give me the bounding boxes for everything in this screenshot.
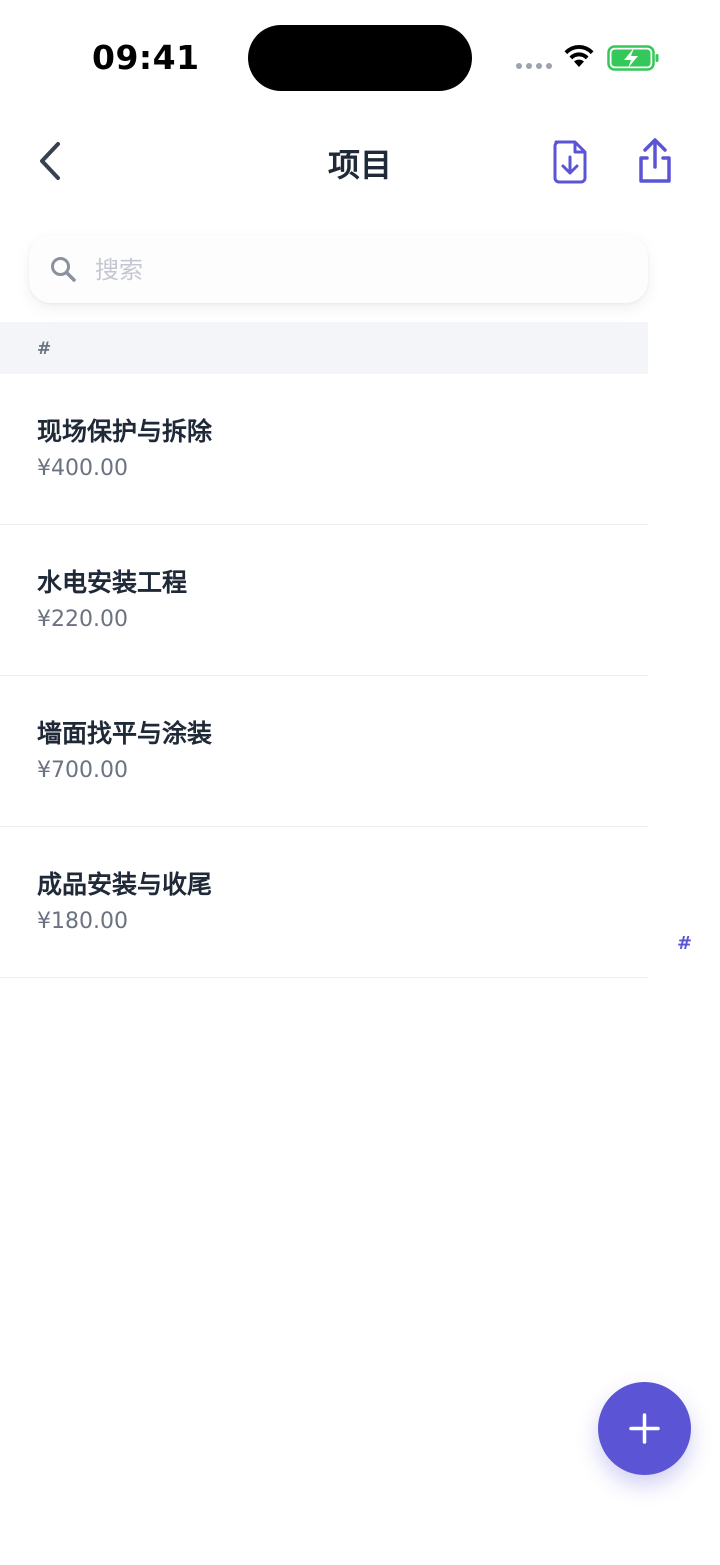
search-icon — [51, 257, 76, 282]
index-letter-hash[interactable]: # — [677, 933, 692, 954]
search-input[interactable] — [93, 245, 627, 295]
file-download-icon — [553, 140, 587, 184]
search-bar[interactable] — [29, 235, 648, 303]
cellular-signal-icon — [516, 63, 552, 69]
item-name: 水电安装工程 — [37, 568, 188, 597]
wifi-icon — [564, 44, 594, 67]
status-bar: 09:41 — [0, 0, 720, 116]
page-title: 项目 — [327, 146, 392, 184]
item-price: ¥220.00 — [37, 607, 128, 632]
status-time: 09:41 — [92, 38, 200, 77]
item-list: 现场保护与拆除 ¥400.00 水电安装工程 ¥220.00 墙面找平与涂装 ¥… — [0, 374, 648, 978]
item-price: ¥700.00 — [37, 758, 128, 783]
import-button[interactable] — [549, 138, 591, 186]
item-price: ¥400.00 — [37, 456, 128, 481]
item-price: ¥180.00 — [37, 909, 128, 934]
navigation-bar: 项目 — [0, 116, 720, 216]
list-item[interactable]: 成品安装与收尾 ¥180.00 — [0, 827, 648, 978]
battery-charging-icon — [607, 45, 659, 71]
item-name: 现场保护与拆除 — [37, 417, 213, 446]
list-item[interactable]: 墙面找平与涂装 ¥700.00 — [0, 676, 648, 827]
share-button[interactable] — [634, 136, 676, 186]
section-header: # — [0, 322, 648, 374]
share-icon — [639, 138, 671, 183]
dynamic-island — [248, 25, 472, 91]
item-name: 墙面找平与涂装 — [37, 719, 213, 748]
list-item[interactable]: 水电安装工程 ¥220.00 — [0, 525, 648, 676]
list-item[interactable]: 现场保护与拆除 ¥400.00 — [0, 374, 648, 525]
add-item-button[interactable] — [598, 1382, 691, 1475]
item-name: 成品安装与收尾 — [37, 870, 213, 899]
plus-icon — [629, 1413, 660, 1444]
section-letter: # — [37, 339, 52, 359]
